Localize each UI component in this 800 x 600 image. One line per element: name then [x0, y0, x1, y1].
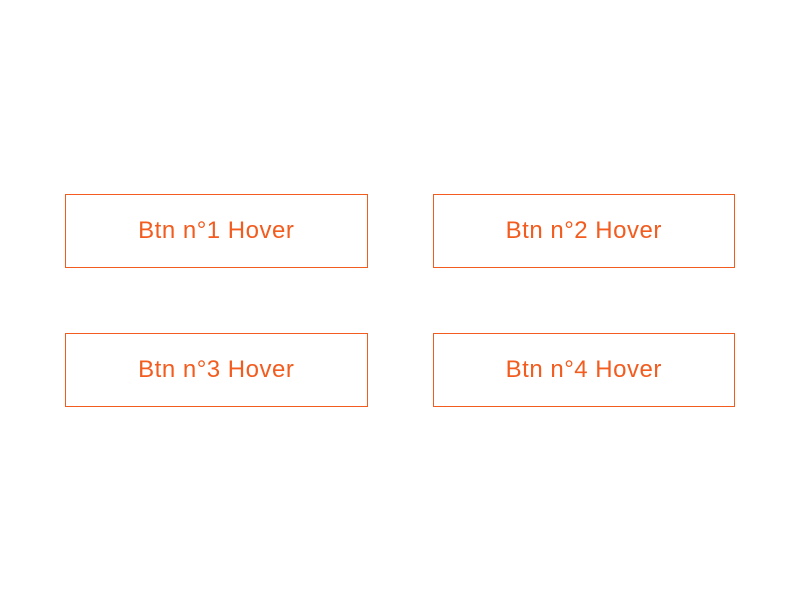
button-row-1: Btn n°1 Hover Btn n°2 Hover	[65, 194, 735, 268]
hover-button-2[interactable]: Btn n°2 Hover	[433, 194, 736, 268]
hover-button-3[interactable]: Btn n°3 Hover	[65, 333, 368, 407]
hover-button-1[interactable]: Btn n°1 Hover	[65, 194, 368, 268]
hover-button-4[interactable]: Btn n°4 Hover	[433, 333, 736, 407]
button-row-2: Btn n°3 Hover Btn n°4 Hover	[65, 333, 735, 407]
